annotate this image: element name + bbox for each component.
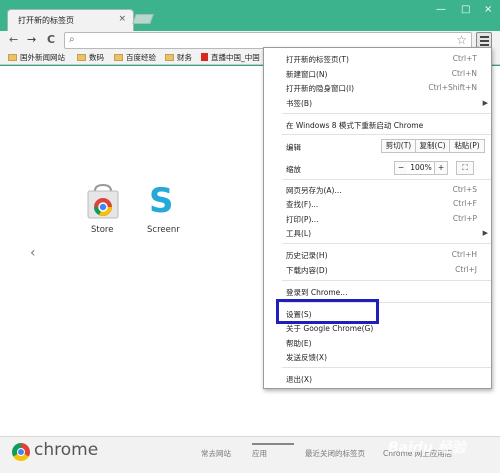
- menu-new-tab[interactable]: 打开新的标签页(T): [286, 54, 349, 65]
- store-app-icon[interactable]: [86, 183, 120, 219]
- menu-save-as[interactable]: 网页另存为(A)...: [286, 185, 342, 196]
- shortcut-history: Ctrl+H: [451, 250, 477, 259]
- shortcut-new-window: Ctrl+N: [451, 69, 477, 78]
- bottom-tab-most-visited[interactable]: 常去网站: [201, 448, 231, 459]
- menu-downloads[interactable]: 下载内容(D): [286, 265, 328, 276]
- previous-page-chevron-icon[interactable]: ‹: [30, 245, 36, 261]
- minimize-button[interactable]: —: [436, 4, 446, 15]
- shortcut-incognito: Ctrl+Shift+N: [428, 83, 477, 92]
- active-tab-indicator: [252, 443, 294, 445]
- folder-icon: [8, 54, 17, 61]
- shortcut-new-tab: Ctrl+T: [452, 54, 477, 63]
- shortcut-print: Ctrl+P: [452, 214, 477, 223]
- menu-bookmarks[interactable]: 书签(B): [286, 98, 312, 109]
- menu-new-window[interactable]: 新建窗口(N): [286, 69, 327, 80]
- zoom-in-button[interactable]: +: [434, 161, 448, 175]
- bookmark-item[interactable]: 数码: [77, 52, 104, 63]
- folder-icon: [114, 54, 123, 61]
- screenr-app-label[interactable]: Screenr: [147, 225, 180, 235]
- chrome-wordmark: chrome: [34, 440, 99, 460]
- zoom-out-button[interactable]: −: [394, 161, 408, 175]
- menu-divider: [282, 280, 491, 281]
- menu-divider: [282, 179, 491, 180]
- back-button[interactable]: ←: [9, 33, 18, 46]
- maximize-button[interactable]: □: [461, 4, 470, 15]
- submenu-arrow-icon: ▶: [482, 99, 488, 107]
- menu-tools[interactable]: 工具(L): [286, 228, 311, 239]
- bookmark-item[interactable]: 直播中国_中国: [201, 52, 260, 63]
- folder-icon: [165, 54, 174, 61]
- baidu-watermark: Baidu 经验: [388, 440, 466, 456]
- reload-button[interactable]: C: [47, 33, 55, 46]
- fullscreen-icon[interactable]: ⛶: [456, 161, 474, 175]
- menu-history[interactable]: 历史记录(H): [286, 250, 328, 261]
- new-tab-button[interactable]: [132, 14, 154, 24]
- menu-feedback[interactable]: 发送反馈(X): [286, 352, 327, 363]
- store-app-label[interactable]: Store: [91, 225, 113, 235]
- shortcut-find: Ctrl+F: [453, 199, 477, 208]
- shortcut-downloads: Ctrl+J: [455, 265, 477, 274]
- tab-title: 打开新的标签页: [18, 16, 74, 25]
- bookmark-item[interactable]: 财务: [165, 52, 192, 63]
- menu-sign-in[interactable]: 登录到 Chrome...: [286, 287, 347, 298]
- chrome-menu-button[interactable]: [476, 32, 492, 48]
- bookmark-item[interactable]: 百度经验: [114, 52, 156, 63]
- search-icon: ⌕: [69, 34, 75, 45]
- menu-edit-label: 编辑: [286, 143, 301, 152]
- site-favicon-icon: [201, 53, 208, 61]
- submenu-arrow-icon: ▶: [482, 229, 488, 237]
- menu-about[interactable]: 关于 Google Chrome(G): [286, 323, 373, 334]
- menu-divider: [282, 367, 491, 368]
- menu-incognito[interactable]: 打开新的隐身窗口(I): [286, 83, 354, 94]
- menu-divider: [282, 134, 491, 135]
- settings-highlight-box: [276, 299, 379, 324]
- menu-help[interactable]: 帮助(E): [286, 338, 312, 349]
- forward-button[interactable]: →: [27, 33, 36, 46]
- chrome-main-menu: 打开新的标签页(T) Ctrl+T 新建窗口(N) Ctrl+N 打开新的隐身窗…: [263, 47, 492, 389]
- screenr-app-icon[interactable]: S: [149, 183, 174, 219]
- tab-close-icon[interactable]: ×: [118, 14, 126, 24]
- shortcut-save-as: Ctrl+S: [452, 185, 477, 194]
- menu-print[interactable]: 打印(P)...: [286, 214, 319, 225]
- zoom-level: 100%: [407, 161, 435, 175]
- bookmark-item[interactable]: 国外新闻网站: [8, 52, 65, 63]
- menu-divider: [282, 113, 491, 114]
- browser-tab[interactable]: 打开新的标签页 ×: [7, 9, 134, 31]
- copy-button[interactable]: 复制(C): [415, 139, 450, 153]
- bottom-tab-apps[interactable]: 应用: [252, 448, 267, 459]
- menu-restart-win8[interactable]: 在 Windows 8 模式下重新启动 Chrome: [286, 120, 423, 131]
- star-icon[interactable]: ☆: [456, 33, 467, 47]
- paste-button[interactable]: 粘贴(P): [449, 139, 485, 153]
- menu-divider: [282, 243, 491, 244]
- bottom-tab-recently-closed[interactable]: 最近关闭的标签页: [305, 448, 365, 459]
- cut-button[interactable]: 剪切(T): [381, 139, 416, 153]
- menu-find[interactable]: 查找(F)...: [286, 199, 318, 210]
- folder-icon: [77, 54, 86, 61]
- chrome-logo-icon: [12, 443, 30, 461]
- menu-zoom-label: 缩放: [286, 165, 301, 174]
- close-window-button[interactable]: ×: [484, 4, 492, 15]
- menu-exit[interactable]: 退出(X): [286, 374, 312, 385]
